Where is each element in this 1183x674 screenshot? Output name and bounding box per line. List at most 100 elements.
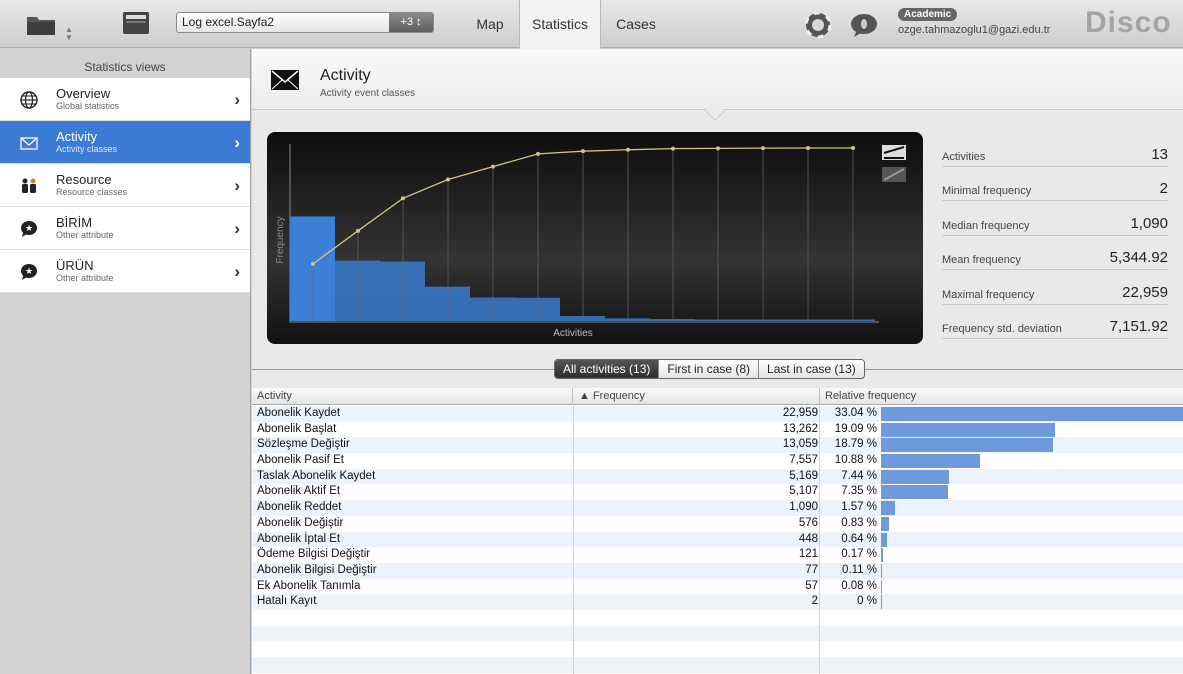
cell-activity: Ödeme Bilgisi Değiştir (257, 548, 371, 561)
stat-row: Maximal frequency 22,959 (942, 270, 1168, 305)
relative-frequency-bar (881, 501, 896, 516)
column-header-activity[interactable]: Activity (252, 388, 573, 405)
sidebar-item-sub: Global statistics (56, 101, 120, 111)
segment-all-activities[interactable]: All activities (13) (555, 360, 660, 378)
chart-bar (650, 318, 695, 321)
cell-activity: Abonelik Kaydet (257, 407, 341, 419)
table-row[interactable]: Abonelik Pasif Et 7,557 10.88 % (252, 453, 1183, 469)
relative-frequency-bar (881, 485, 949, 500)
folder-icon[interactable] (26, 14, 56, 39)
stat-row: Mean frequency 5,344.92 (942, 236, 1168, 270)
chart-point (626, 147, 630, 152)
table-row[interactable]: Hatalı Kayıt 2 0 % (252, 594, 1183, 610)
table-row[interactable]: Abonelik Aktif Et 5,107 7.35 % (252, 484, 1183, 501)
table-row[interactable]: Ödeme Bilgisi Değiştir 121 0.17 % (252, 547, 1183, 563)
cell-relative-frequency: 0.08 % (841, 579, 877, 592)
stat-label: Activities (942, 150, 986, 163)
cumulative-chart-toggle-icon[interactable] (882, 145, 906, 160)
cell-activity: Abonelik İptal Et (257, 532, 341, 545)
stat-label: Minimal frequency (942, 185, 1032, 197)
sidebar: Statistics views Overview Global statist… (0, 49, 251, 674)
chevron-right-icon: › (234, 262, 240, 281)
segment-last-in-case[interactable]: Last in case (13) (759, 360, 864, 378)
table-row[interactable]: Abonelik Kaydet 22,959 33.04 % (252, 406, 1183, 422)
relative-frequency-bar (881, 595, 882, 610)
table-header: Activity ▲ Frequency Relative frequency (252, 388, 1183, 405)
sidebar-item-label: ÜRÜN (56, 258, 94, 273)
chart-bar (425, 286, 470, 321)
column-header-relative-frequency[interactable]: Relative frequency (820, 388, 1183, 405)
star-bubble-icon: ★ (20, 263, 38, 281)
chart-bar (740, 319, 785, 321)
updown-icon[interactable]: ▲ ▼ (65, 26, 73, 42)
table-row[interactable]: Taslak Abonelik Kaydet 5,169 7.44 % (252, 468, 1183, 485)
cell-activity: Taslak Abonelik Kaydet (257, 469, 376, 482)
cell-frequency: 1,090 (789, 501, 818, 514)
column-header-frequency[interactable]: ▲ Frequency (574, 388, 820, 405)
relative-frequency-bar (881, 532, 887, 547)
chart-point (536, 151, 540, 156)
cell-activity: Abonelik Reddet (257, 501, 342, 514)
chart-bar (830, 319, 875, 321)
cell-frequency: 2 (811, 595, 818, 608)
cell-frequency: 121 (798, 548, 818, 561)
activity-table: Activity ▲ Frequency Relative frequency … (252, 388, 1183, 674)
table-row[interactable]: Abonelik Başlat 13,262 19.09 % (252, 421, 1183, 438)
tab-map[interactable]: Map (462, 0, 518, 48)
distribution-chart-toggle-icon[interactable] (882, 167, 906, 182)
chart-bar (785, 319, 830, 321)
star-bubble-icon: ★ (20, 220, 38, 238)
sidebar-item-sub: Other attribute (56, 230, 114, 240)
relative-frequency-bar (881, 407, 1183, 421)
stat-value: 1,090 (1130, 214, 1168, 232)
cell-relative-frequency: 0.83 % (841, 516, 877, 529)
table-row[interactable]: Abonelik Değiştir 576 0.83 % (252, 515, 1183, 532)
stat-value: 2 (1159, 180, 1168, 197)
help-lifebuoy-icon[interactable] (804, 11, 832, 41)
stat-label: Median frequency (942, 219, 1030, 232)
cell-relative-frequency: 7.44 % (841, 469, 877, 482)
cell-relative-frequency: 19.09 % (834, 422, 877, 435)
cell-frequency: 5,107 (789, 485, 818, 498)
dataset-count-badge[interactable]: +3 ↕ (389, 13, 433, 32)
bug-report-icon[interactable] (850, 13, 878, 40)
stat-row: Minimal frequency 2 (942, 167, 1168, 201)
chart-point (311, 261, 315, 266)
table-body: Abonelik Kaydet 22,959 33.04 % Abonelik Baş… (252, 406, 1183, 674)
table-row[interactable]: Ek Abonelik Tanımla 57 0.08 % (252, 578, 1183, 595)
y-axis-label: Frequency (275, 216, 286, 263)
column-divider (573, 406, 574, 674)
table-row[interactable]: Abonelik Reddet 1,090 1.57 % (252, 500, 1183, 516)
cell-activity: Abonelik Bilgisi Değiştir (257, 563, 377, 576)
chart-point (581, 149, 585, 154)
cell-frequency: 22,959 (782, 407, 818, 419)
chart-bar (380, 261, 425, 321)
sidebar-item-birim[interactable]: ★ BİRİM Other attribute › (0, 207, 250, 250)
cell-relative-frequency: 0.17 % (841, 548, 877, 561)
table-row[interactable]: Abonelik Bilgisi Değiştir 77 0.11 % (252, 562, 1183, 579)
sidebar-item-resource[interactable]: Resource Resource classes › (0, 164, 250, 207)
cell-frequency: 77 (805, 563, 818, 576)
tab-statistics[interactable]: Statistics (519, 0, 601, 49)
dataset-select[interactable]: Log excel.Sayfa2 +3 ↕ (176, 12, 434, 33)
dataset-icon[interactable] (122, 11, 150, 38)
tab-cases[interactable]: Cases (604, 0, 668, 48)
globe-icon (20, 91, 38, 109)
cell-activity: Ek Abonelik Tanımla (257, 579, 361, 592)
svg-text:★: ★ (25, 267, 33, 277)
cell-frequency: 13,262 (782, 422, 818, 435)
sidebar-item-overview[interactable]: Overview Global statistics › (0, 78, 250, 121)
sidebar-item-activity[interactable]: Activity Activity classes › (0, 121, 250, 164)
cell-frequency: 5,169 (789, 469, 818, 482)
relative-frequency-bar (881, 516, 889, 531)
cell-frequency: 448 (798, 532, 818, 545)
table-row[interactable]: Sözleşme Değiştir 13,059 18.79 % (252, 437, 1183, 454)
account-email[interactable]: ozge.tahmazoglu1@gazi.edu.tr (898, 24, 1050, 36)
segment-first-in-case[interactable]: First in case (8) (659, 360, 760, 378)
sidebar-item-urun[interactable]: ★ ÜRÜN Other attribute › (0, 250, 250, 293)
cell-frequency: 7,557 (789, 454, 818, 467)
cell-activity: Abonelik Başlat (257, 422, 337, 435)
cell-relative-frequency: 10.88 % (834, 454, 877, 467)
sidebar-item-label: Overview (56, 86, 111, 101)
table-row[interactable]: Abonelik İptal Et 448 0.64 % (252, 531, 1183, 548)
